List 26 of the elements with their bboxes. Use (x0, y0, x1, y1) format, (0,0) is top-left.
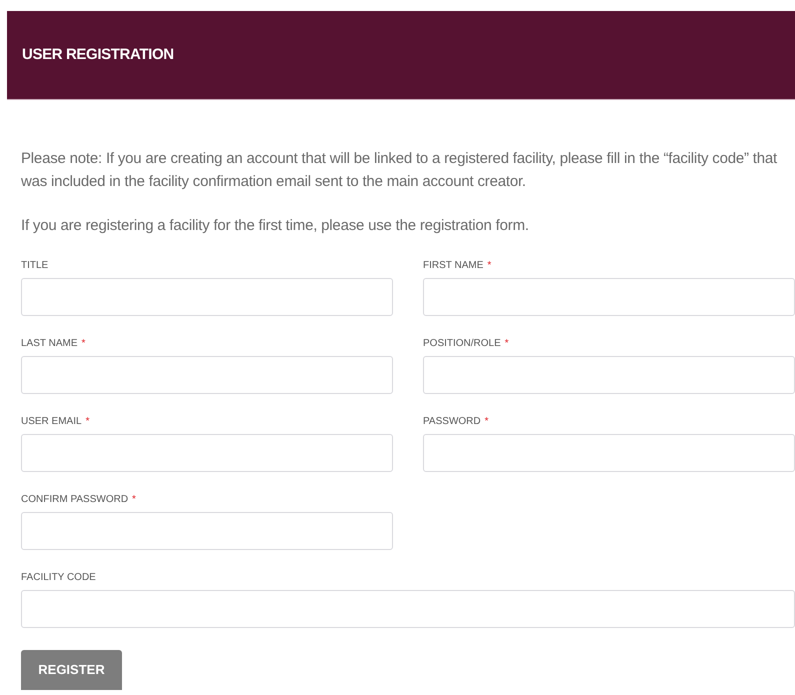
field-label: POSITION/ROLE (423, 337, 501, 351)
field-label: USER EMAIL (21, 415, 82, 429)
required-mark: * (487, 259, 492, 273)
input-field[interactable] (21, 434, 393, 472)
input-field[interactable] (21, 278, 393, 316)
required-mark: * (82, 337, 86, 351)
field-label: PASSWORD (423, 415, 481, 429)
input-field[interactable] (21, 590, 795, 628)
field-label: CONFIRM PASSWORD (21, 493, 128, 507)
note-text: Please note: If you are creating an account that will be linked to a registered facility, please fill in the “facility code” that was included in the facility confirmation email sent to the main account creator. (21, 149, 778, 192)
required-mark: * (132, 493, 136, 507)
required-mark: * (86, 415, 90, 429)
input-field[interactable] (21, 356, 393, 394)
field-label: FIRST NAME (423, 259, 484, 273)
page-title: USER REGISTRATION (22, 44, 174, 65)
note-text: If you are registering a facility for the first time, please use the registration form. (21, 216, 530, 236)
input-field[interactable] (423, 434, 795, 472)
required-mark: * (484, 415, 489, 429)
required-mark: * (504, 337, 509, 351)
input-field[interactable] (423, 356, 795, 394)
input-field[interactable] (21, 512, 393, 550)
field-label: FACILITY CODE (21, 571, 96, 585)
field-label: LAST NAME (21, 337, 78, 351)
field-label: TITLE (21, 259, 48, 273)
register-button[interactable]: REGISTER (21, 650, 122, 690)
input-field[interactable] (423, 278, 795, 316)
